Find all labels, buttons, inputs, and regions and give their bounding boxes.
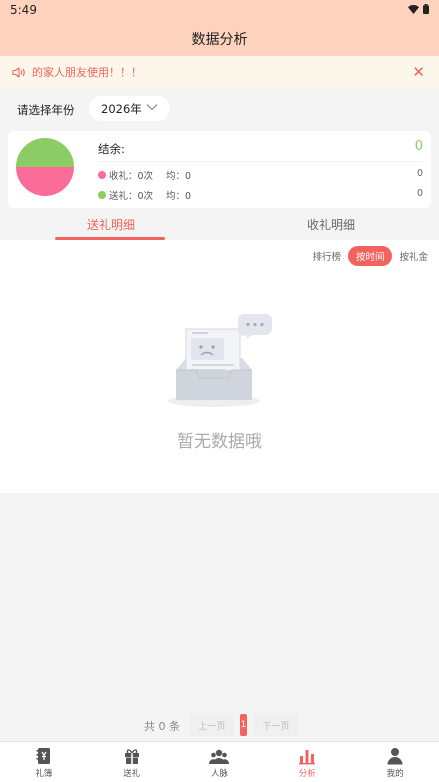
detail-tabs: 送礼明细 收礼明细 — [0, 208, 439, 240]
gift-icon — [124, 749, 139, 764]
year-filter: 请选择年份 2026年 — [0, 88, 439, 130]
sort-options: 排行榜 按时间 按礼金 — [312, 246, 428, 266]
received-avg: 均：0 — [166, 171, 192, 182]
profile-icon — [387, 748, 403, 765]
notice-text: 的家人朋友使用！！！ — [32, 66, 142, 79]
current-page[interactable]: 1 — [240, 714, 247, 736]
year-label: 请选择年份 — [17, 103, 75, 117]
nav-label-analysis: 分析 — [298, 769, 316, 779]
year-dropdown[interactable]: 2026年 — [89, 96, 170, 121]
sent-avg: 均：0 — [166, 191, 192, 202]
page-title: 数据分析 — [191, 32, 248, 48]
received-total: 0 — [416, 168, 423, 179]
contacts-icon — [209, 749, 230, 764]
prev-page-button[interactable]: 上一页 — [190, 714, 234, 736]
balance-label: 结余: — [98, 142, 125, 156]
detail-content: 排行榜 按时间 按礼金 暂无数据哦 — [0, 240, 439, 493]
pagination: 共 0 条 上一页 1 下一页 — [0, 712, 439, 740]
empty-state-text: 暂无数据哦 — [177, 432, 262, 452]
balance-value: 0 — [414, 139, 423, 154]
pie-chart — [16, 138, 74, 196]
divider — [98, 161, 423, 162]
nav-item-gift[interactable]: 送礼 — [88, 742, 176, 782]
nav-label-gift: 送礼 — [123, 769, 141, 779]
battery-icon — [423, 4, 429, 14]
app-header: 5:49 数据分析 — [0, 0, 439, 56]
pagination-total: 共 0 条 — [144, 720, 180, 733]
nav-label-profile: 我的 — [386, 769, 404, 779]
empty-box-icon — [168, 314, 272, 407]
received-count: 收礼：0次 — [109, 171, 154, 182]
sort-by-amount[interactable]: 按礼金 — [399, 249, 428, 263]
chart-icon — [299, 750, 316, 765]
nav-item-contacts[interactable]: 人脉 — [176, 742, 264, 782]
pie-slice-received — [16, 167, 74, 196]
summary-card: 结余: 0 收礼：0次 均：0 0 送礼：0次 均：0 0 — [8, 131, 431, 208]
wifi-icon — [408, 4, 419, 14]
nav-label-contacts: 人脉 — [210, 769, 228, 779]
nav-label-ledger: 礼簿 — [35, 769, 53, 779]
chevron-down-icon — [146, 104, 158, 111]
received-dot — [98, 171, 106, 179]
received-stats: 收礼：0次 均：0 0 — [98, 168, 423, 182]
nav-item-profile[interactable]: 我的 — [351, 742, 439, 782]
nav-item-ledger[interactable]: 礼簿 — [0, 742, 88, 782]
sort-ranking[interactable]: 排行榜 — [312, 249, 341, 263]
ledger-icon — [36, 748, 50, 764]
tab-sent-details[interactable]: 送礼明细 — [87, 216, 135, 233]
sent-total: 0 — [416, 188, 423, 199]
tab-received-details[interactable]: 收礼明细 — [307, 216, 355, 233]
pie-slice-sent — [16, 138, 74, 167]
nav-item-analysis[interactable]: 分析 — [263, 742, 351, 782]
notice-bar: 的家人朋友使用！！！ ✕ — [0, 56, 439, 88]
sent-dot — [98, 191, 106, 199]
sent-count: 送礼：0次 — [109, 191, 154, 202]
next-page-button[interactable]: 下一页 — [254, 714, 298, 736]
sort-by-time[interactable]: 按时间 — [347, 246, 393, 266]
year-value: 2026年 — [101, 101, 142, 116]
bottom-nav: 礼簿 送礼 人脉 分析 我的 — [0, 741, 439, 782]
close-icon[interactable]: ✕ — [412, 63, 425, 81]
sent-stats: 送礼：0次 均：0 0 — [98, 188, 423, 202]
status-time: 5:49 — [10, 3, 37, 17]
status-icons — [408, 4, 429, 14]
speaker-icon — [12, 66, 25, 78]
